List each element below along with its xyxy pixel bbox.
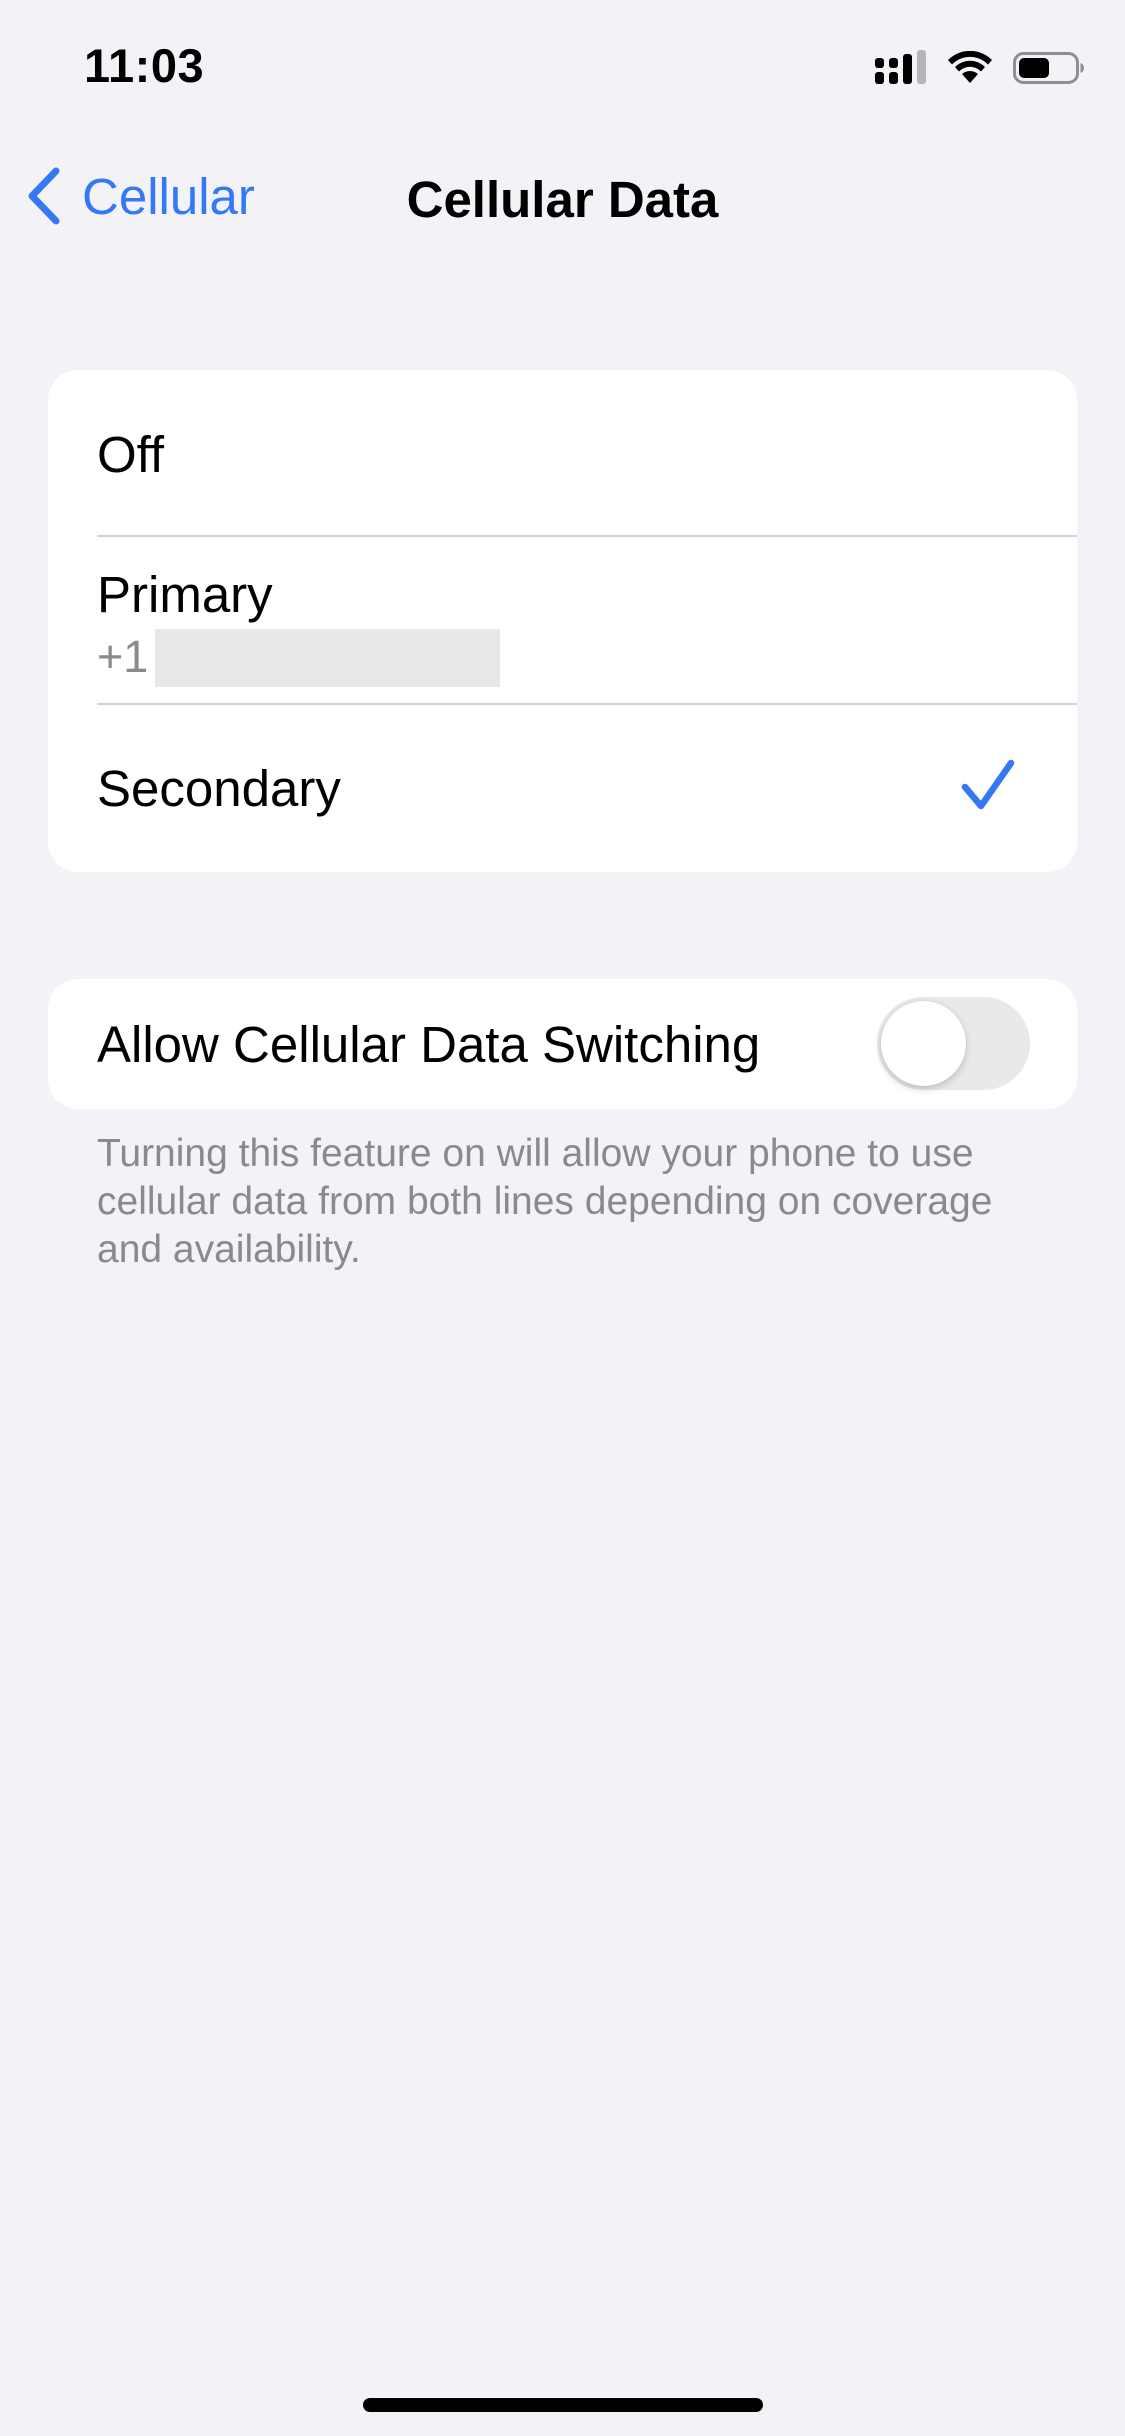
line-options-group: Off Primary +1 Secondary [48, 370, 1077, 872]
option-secondary-row[interactable]: Secondary [48, 705, 1077, 872]
battery-icon [1013, 52, 1084, 84]
phone-number-redacted [155, 629, 500, 687]
option-primary-label: Primary [97, 566, 273, 623]
page-title: Cellular Data [406, 171, 719, 228]
checkmark-icon [961, 759, 1015, 810]
toggle-knob [881, 1001, 966, 1086]
home-indicator[interactable] [363, 2398, 763, 2412]
status-bar: 11:03 [0, 0, 1125, 135]
option-off-label: Off [97, 426, 165, 483]
data-switching-group: Allow Cellular Data Switching [48, 979, 1077, 1109]
data-switching-toggle[interactable] [877, 997, 1030, 1090]
status-time: 11:03 [84, 39, 205, 92]
option-primary-row[interactable]: Primary +1 [48, 537, 1077, 703]
status-icons [875, 48, 1085, 88]
wifi-icon [948, 51, 992, 83]
option-off-row[interactable]: Off [48, 370, 1077, 536]
data-switching-footer: Turning this feature on will allow your … [97, 1132, 993, 1271]
navigation-bar: Cellular Cellular Data [0, 150, 1125, 250]
data-switching-label: Allow Cellular Data Switching [97, 1016, 761, 1073]
option-primary-number-prefix: +1 [97, 631, 149, 682]
cellular-signal-icon [875, 50, 926, 84]
option-secondary-label: Secondary [97, 760, 341, 817]
